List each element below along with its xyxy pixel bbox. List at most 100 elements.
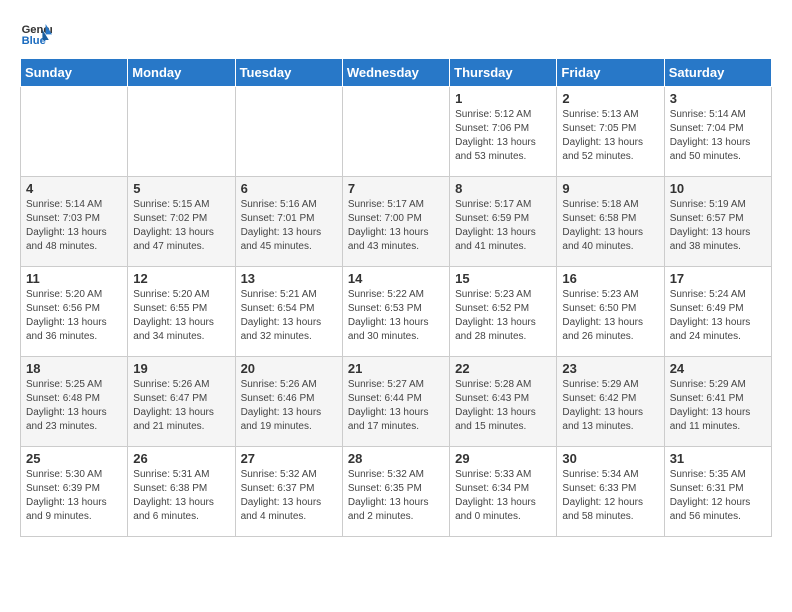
day-number: 25 bbox=[26, 451, 122, 466]
header-friday: Friday bbox=[557, 59, 664, 87]
day-info: and 17 minutes. bbox=[348, 420, 444, 434]
day-cell: 12Sunrise: 5:20 AMSunset: 6:55 PMDayligh… bbox=[128, 267, 235, 357]
day-info: and 52 minutes. bbox=[562, 150, 658, 164]
day-info: Daylight: 13 hours bbox=[455, 226, 551, 240]
day-info: Sunset: 6:54 PM bbox=[241, 302, 337, 316]
day-info: and 24 minutes. bbox=[670, 330, 766, 344]
day-cell: 2Sunrise: 5:13 AMSunset: 7:05 PMDaylight… bbox=[557, 87, 664, 177]
day-cell: 10Sunrise: 5:19 AMSunset: 6:57 PMDayligh… bbox=[664, 177, 771, 267]
day-cell bbox=[342, 87, 449, 177]
day-cell: 18Sunrise: 5:25 AMSunset: 6:48 PMDayligh… bbox=[21, 357, 128, 447]
day-info: Sunrise: 5:16 AM bbox=[241, 198, 337, 212]
day-number: 23 bbox=[562, 361, 658, 376]
day-cell: 20Sunrise: 5:26 AMSunset: 6:46 PMDayligh… bbox=[235, 357, 342, 447]
day-info: Sunrise: 5:17 AM bbox=[455, 198, 551, 212]
day-info: Sunset: 6:56 PM bbox=[26, 302, 122, 316]
day-number: 21 bbox=[348, 361, 444, 376]
day-info: and 48 minutes. bbox=[26, 240, 122, 254]
day-info: Sunset: 7:02 PM bbox=[133, 212, 229, 226]
day-info: Daylight: 13 hours bbox=[26, 226, 122, 240]
day-cell: 17Sunrise: 5:24 AMSunset: 6:49 PMDayligh… bbox=[664, 267, 771, 357]
day-number: 19 bbox=[133, 361, 229, 376]
day-number: 8 bbox=[455, 181, 551, 196]
day-cell: 6Sunrise: 5:16 AMSunset: 7:01 PMDaylight… bbox=[235, 177, 342, 267]
day-number: 13 bbox=[241, 271, 337, 286]
day-number: 1 bbox=[455, 91, 551, 106]
day-info: Daylight: 13 hours bbox=[562, 406, 658, 420]
day-info: and 34 minutes. bbox=[133, 330, 229, 344]
day-number: 31 bbox=[670, 451, 766, 466]
day-number: 29 bbox=[455, 451, 551, 466]
svg-text:Blue: Blue bbox=[22, 35, 46, 47]
day-info: and 26 minutes. bbox=[562, 330, 658, 344]
day-info: Daylight: 13 hours bbox=[562, 136, 658, 150]
day-number: 12 bbox=[133, 271, 229, 286]
day-info: and 21 minutes. bbox=[133, 420, 229, 434]
day-info: Sunrise: 5:15 AM bbox=[133, 198, 229, 212]
day-info: Sunset: 6:53 PM bbox=[348, 302, 444, 316]
header-sunday: Sunday bbox=[21, 59, 128, 87]
day-info: Sunset: 7:03 PM bbox=[26, 212, 122, 226]
day-info: Daylight: 13 hours bbox=[348, 226, 444, 240]
day-info: Sunrise: 5:14 AM bbox=[26, 198, 122, 212]
day-info: Sunset: 6:57 PM bbox=[670, 212, 766, 226]
day-cell: 29Sunrise: 5:33 AMSunset: 6:34 PMDayligh… bbox=[450, 447, 557, 537]
day-info: Daylight: 13 hours bbox=[26, 316, 122, 330]
day-cell: 21Sunrise: 5:27 AMSunset: 6:44 PMDayligh… bbox=[342, 357, 449, 447]
day-cell: 14Sunrise: 5:22 AMSunset: 6:53 PMDayligh… bbox=[342, 267, 449, 357]
day-info: Daylight: 13 hours bbox=[133, 406, 229, 420]
day-info: and 38 minutes. bbox=[670, 240, 766, 254]
day-info: Sunset: 6:33 PM bbox=[562, 482, 658, 496]
day-number: 15 bbox=[455, 271, 551, 286]
day-number: 3 bbox=[670, 91, 766, 106]
day-cell: 1Sunrise: 5:12 AMSunset: 7:06 PMDaylight… bbox=[450, 87, 557, 177]
day-info: and 4 minutes. bbox=[241, 510, 337, 524]
day-number: 2 bbox=[562, 91, 658, 106]
day-info: Daylight: 13 hours bbox=[562, 226, 658, 240]
day-info: and 40 minutes. bbox=[562, 240, 658, 254]
day-number: 10 bbox=[670, 181, 766, 196]
day-cell: 25Sunrise: 5:30 AMSunset: 6:39 PMDayligh… bbox=[21, 447, 128, 537]
day-number: 7 bbox=[348, 181, 444, 196]
day-cell bbox=[128, 87, 235, 177]
day-cell bbox=[235, 87, 342, 177]
day-info: Sunrise: 5:32 AM bbox=[348, 468, 444, 482]
day-info: Sunrise: 5:22 AM bbox=[348, 288, 444, 302]
day-info: Sunset: 6:41 PM bbox=[670, 392, 766, 406]
day-info: Sunset: 6:46 PM bbox=[241, 392, 337, 406]
day-number: 9 bbox=[562, 181, 658, 196]
day-info: Sunset: 6:47 PM bbox=[133, 392, 229, 406]
header-wednesday: Wednesday bbox=[342, 59, 449, 87]
day-info: and 43 minutes. bbox=[348, 240, 444, 254]
day-cell: 22Sunrise: 5:28 AMSunset: 6:43 PMDayligh… bbox=[450, 357, 557, 447]
day-info: and 53 minutes. bbox=[455, 150, 551, 164]
day-info: Sunset: 6:37 PM bbox=[241, 482, 337, 496]
day-info: Daylight: 12 hours bbox=[562, 496, 658, 510]
day-info: Sunrise: 5:31 AM bbox=[133, 468, 229, 482]
day-info: Sunset: 6:34 PM bbox=[455, 482, 551, 496]
day-number: 14 bbox=[348, 271, 444, 286]
day-info: and 11 minutes. bbox=[670, 420, 766, 434]
day-info: Sunset: 6:50 PM bbox=[562, 302, 658, 316]
day-info: and 30 minutes. bbox=[348, 330, 444, 344]
day-number: 17 bbox=[670, 271, 766, 286]
day-cell: 16Sunrise: 5:23 AMSunset: 6:50 PMDayligh… bbox=[557, 267, 664, 357]
day-info: Sunset: 6:43 PM bbox=[455, 392, 551, 406]
day-info: Sunset: 6:39 PM bbox=[26, 482, 122, 496]
day-info: Daylight: 13 hours bbox=[562, 316, 658, 330]
week-row-2: 4Sunrise: 5:14 AMSunset: 7:03 PMDaylight… bbox=[21, 177, 772, 267]
day-number: 28 bbox=[348, 451, 444, 466]
day-cell: 31Sunrise: 5:35 AMSunset: 6:31 PMDayligh… bbox=[664, 447, 771, 537]
day-number: 22 bbox=[455, 361, 551, 376]
day-info: Sunset: 6:35 PM bbox=[348, 482, 444, 496]
day-info: Daylight: 13 hours bbox=[670, 226, 766, 240]
day-info: Daylight: 13 hours bbox=[133, 316, 229, 330]
day-info: Sunrise: 5:13 AM bbox=[562, 108, 658, 122]
day-cell: 13Sunrise: 5:21 AMSunset: 6:54 PMDayligh… bbox=[235, 267, 342, 357]
day-info: Sunrise: 5:17 AM bbox=[348, 198, 444, 212]
day-info: Sunset: 6:52 PM bbox=[455, 302, 551, 316]
week-row-4: 18Sunrise: 5:25 AMSunset: 6:48 PMDayligh… bbox=[21, 357, 772, 447]
day-info: Sunrise: 5:21 AM bbox=[241, 288, 337, 302]
header-saturday: Saturday bbox=[664, 59, 771, 87]
day-number: 16 bbox=[562, 271, 658, 286]
